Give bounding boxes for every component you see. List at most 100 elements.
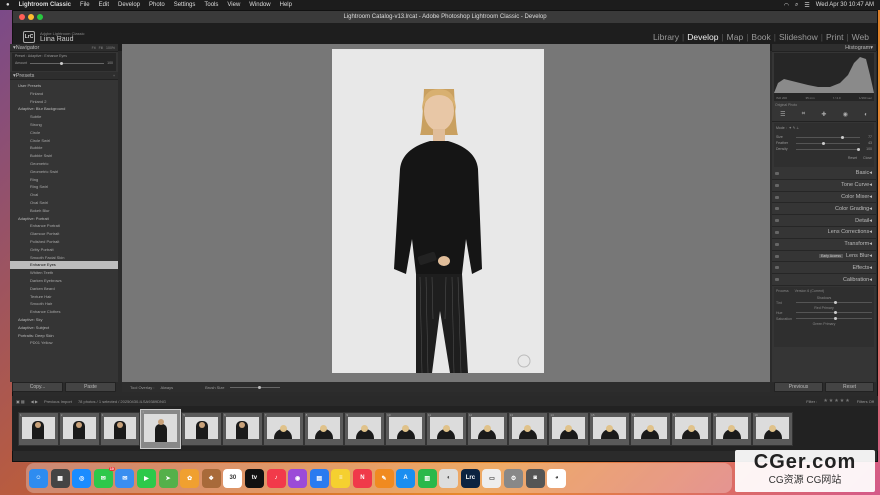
filmstrip-source[interactable]: Previous Import [44,399,72,404]
mask-reset-button[interactable]: Reset [848,156,857,160]
preset-item[interactable]: Ring Swirl [10,183,118,191]
filmstrip-thumbnail[interactable]: 8 [303,411,345,446]
preset-item[interactable]: Smooth Hair [10,300,118,308]
safari-icon[interactable]: ◎ [72,468,92,488]
preset-item[interactable]: Subtle [10,113,118,121]
lightroom-icon[interactable]: Lrc [460,468,480,488]
section-toggle-icon[interactable] [775,278,779,282]
crop-icon[interactable]: ⌗ [802,111,805,118]
music-icon[interactable]: ♪ [266,468,286,488]
section-detail[interactable]: Detail ◂ [772,215,876,227]
facetime-icon[interactable]: ▶ [136,468,156,488]
apple-icon[interactable]: ● [6,2,10,8]
feather-value[interactable]: 43 [862,141,872,145]
photoshop-icon[interactable]: ▭ [482,468,502,488]
brush-size-slider[interactable] [230,385,281,389]
saturation-slider[interactable] [796,317,872,321]
calendar-icon[interactable]: 30 [223,468,243,488]
module-print[interactable]: Print [826,32,843,42]
section-transform[interactable]: Transform ◂ [772,239,876,251]
section-color-grading[interactable]: Color Grading ◂ [772,203,876,216]
section-tone-curve[interactable]: Tone Curve ◂ [772,180,876,192]
section-lens-corrections[interactable]: Lens Corrections ◂ [772,227,876,239]
module-map[interactable]: Map [727,32,744,42]
filmstrip-thumbnail[interactable]: 19 [752,411,794,446]
histogram-header[interactable]: Histogram ▾ [772,44,876,52]
histogram[interactable]: ISO 200 35 mm f / 4.0 1/160 sec [774,53,874,101]
filmstrip-thumbnail[interactable]: 7 [262,411,304,446]
mail-icon[interactable]: ✉ [115,468,135,488]
copy-button[interactable]: Copy... [12,382,63,392]
filmstrip-thumbnail[interactable]: 11 [425,411,467,446]
preset-item[interactable]: Glamour Portrait [10,230,118,238]
nav-fill[interactable]: Fill [99,46,103,50]
section-toggle-icon[interactable] [775,242,779,246]
preview-icon[interactable]: ◐ [439,468,459,488]
notes2-icon[interactable]: ≡ [331,468,351,488]
section-color-mixer[interactable]: Color Mixer ◂ [772,192,876,204]
pages-icon[interactable]: ✎ [374,468,394,488]
add-preset-icon[interactable]: + [113,74,115,78]
preset-item[interactable]: Polished Portrait [10,238,118,246]
paste-button[interactable]: Paste [65,382,116,392]
overlay-select[interactable]: Always [160,385,173,390]
wifi-icon[interactable]: ◠ [784,2,789,9]
size-slider[interactable] [796,135,860,139]
menu-photo[interactable]: Photo [149,2,165,8]
brush-mode-icon[interactable]: ✦ ✎ ⟂ [789,126,799,130]
messages-icon[interactable]: ✉ 10 [93,466,115,488]
menu-develop[interactable]: Develop [118,2,140,8]
nav-arrows-icon[interactable]: ◀ ▶ [31,399,38,404]
edit-icon[interactable]: ☰ [780,111,785,118]
launchpad-icon[interactable]: ▦ [50,468,70,488]
grid-view-icon[interactable]: ▣ ▦ [16,399,25,404]
filmstrip-thumbnail[interactable]: 14 [548,411,590,446]
preset-item[interactable]: Geometric Swirl [10,168,118,176]
clock[interactable]: Wed Apr 30 10:47 AM [816,2,874,8]
section-toggle-icon[interactable] [775,183,779,187]
filmstrip-thumbnail[interactable]: 10 [385,411,426,446]
photos-icon[interactable]: ✿ [180,468,200,488]
preset-item[interactable]: Bubble [10,144,118,152]
preset-item[interactable]: Circle [10,129,118,137]
keynote-icon[interactable]: ▤ [309,468,329,488]
menu-settings[interactable]: Settings [174,2,196,8]
preset-item[interactable]: Enhance Portrait [10,222,118,230]
menu-file[interactable]: File [80,2,90,8]
preset-item[interactable]: Gritty Portrait [10,246,118,254]
control-center-icon[interactable]: ☰ [804,2,809,9]
filmstrip-thumbnail[interactable]: 18 [711,411,753,446]
preset-item[interactable]: Oval Swirl [10,199,118,207]
maps-icon[interactable]: ➤ [158,468,178,488]
preset-item[interactable]: Finland [10,90,118,98]
density-slider[interactable] [796,147,860,151]
filmstrip-thumbnail[interactable]: 1 [18,411,59,446]
filmstrip-thumbnail[interactable]: 9 [344,411,386,446]
preset-item[interactable]: Smooth Facial Skin [10,254,118,262]
news-icon[interactable]: N [352,468,372,488]
reset-button[interactable]: Reset [825,382,874,392]
filmstrip-thumbnail[interactable]: 13 [507,411,549,446]
preset-group[interactable]: User Presets [10,82,118,90]
portrait-photo[interactable] [332,49,544,373]
mask-close-button[interactable]: Close [863,156,872,160]
amount-slider[interactable] [30,61,105,65]
chrome-icon[interactable]: ◕ [547,468,567,488]
preset-item[interactable]: Oval [10,191,118,199]
preset-item[interactable]: Enhance Eyes [10,261,118,270]
preset-group[interactable]: Portraits: Deep Skin [10,332,118,340]
preset-item[interactable]: Bokeh Blur [10,207,118,215]
nav-fit[interactable]: Fit [92,46,96,50]
filmstrip-thumbnail[interactable]: 6 [221,411,263,446]
feather-slider[interactable] [796,141,860,145]
module-slideshow[interactable]: Slideshow [779,32,818,42]
module-library[interactable]: Library [653,32,679,42]
camera-icon[interactable]: ◙ [525,468,545,488]
section-toggle-icon[interactable] [775,172,779,175]
process-select[interactable]: Version 6 (Current) [795,289,825,293]
preset-item[interactable]: Whiten Teeth [10,269,118,277]
preset-item[interactable]: Finland 2 [10,98,118,106]
preset-item[interactable]: Strong [10,121,118,129]
finder-icon[interactable]: ☺ [29,468,48,488]
preset-item[interactable]: Enhance Clothes [10,308,118,316]
